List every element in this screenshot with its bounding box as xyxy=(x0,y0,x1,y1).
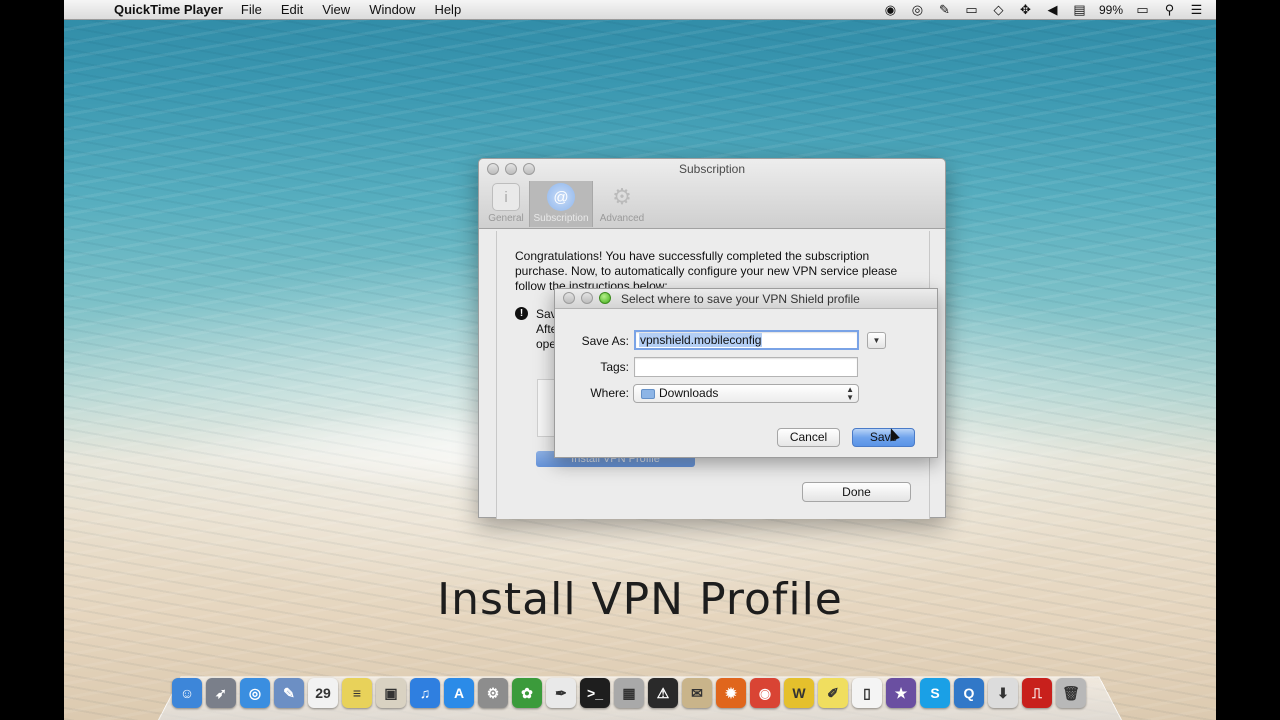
system-preferences-icon[interactable]: ⚙ xyxy=(478,678,508,708)
tab-advanced[interactable]: ⚙ Advanced xyxy=(599,181,645,227)
done-button[interactable]: Done xyxy=(802,482,911,502)
general-icon: i xyxy=(492,183,520,211)
flag-icon[interactable]: ▤ xyxy=(1072,2,1087,18)
target-icon[interactable]: ◎ xyxy=(910,2,925,18)
wifi-icon[interactable]: ◇ xyxy=(991,2,1006,18)
menu-help[interactable]: Help xyxy=(434,2,461,17)
save-as-value: vpnshield.mobileconfig xyxy=(639,333,763,347)
at-sign-icon: @ xyxy=(547,183,575,211)
menu-app-name[interactable]: QuickTime Player xyxy=(114,2,223,17)
notification-center-icon[interactable]: ☰ xyxy=(1189,2,1204,18)
trash-icon[interactable]: 🗑 xyxy=(1056,678,1086,708)
mail-icon[interactable]: ✉ xyxy=(682,678,712,708)
save-button[interactable]: Save xyxy=(852,428,915,447)
gear-icon: ⚙ xyxy=(612,184,632,209)
acrobat-icon[interactable]: ⎍ xyxy=(1022,678,1052,708)
firefox-icon[interactable]: ✹ xyxy=(716,678,746,708)
photos-icon[interactable]: ▣ xyxy=(376,678,406,708)
save-as-input[interactable]: vpnshield.mobileconfig xyxy=(634,330,859,350)
volume-icon[interactable]: ◀ xyxy=(1045,2,1060,18)
chrome-icon[interactable]: ◉ xyxy=(750,678,780,708)
console-icon[interactable]: ⚠ xyxy=(648,678,678,708)
where-select[interactable]: Downloads ▲ ▼ xyxy=(633,384,859,403)
save-dialog-titlebar: Select where to save your VPN Shield pro… xyxy=(555,289,937,309)
subscription-titlebar: Subscription i General @ Subscription ⚙ … xyxy=(479,159,945,229)
wunderlist-icon[interactable]: W xyxy=(784,678,814,708)
tab-general-label: General xyxy=(488,213,524,224)
save-dialog-title: Select where to save your VPN Shield pro… xyxy=(621,292,860,306)
document-icon[interactable]: ▯ xyxy=(852,678,882,708)
tab-subscription[interactable]: @ Subscription xyxy=(529,181,593,227)
calculator-icon[interactable]: ▦ xyxy=(614,678,644,708)
battery-percent[interactable]: 99% xyxy=(1099,3,1123,17)
evernote-menu-icon[interactable]: ✎ xyxy=(937,2,952,18)
move-icon[interactable]: ✥ xyxy=(1018,2,1033,18)
dialog-window-controls xyxy=(563,292,611,304)
notes-icon[interactable]: ≡ xyxy=(342,678,372,708)
app-store-icon[interactable]: A xyxy=(444,678,474,708)
dock-icons: ☺ ➶ ◎ ✎ 29 ≡ ▣ ♫ A ⚙ ✿ ✒ >_ ▦ ⚠ ✉ ✹ ◉ W ✐ ▯ ★ S Q ⬇ ⎍ 🗑 xyxy=(172,678,1086,708)
imovie-icon[interactable]: ★ xyxy=(886,678,916,708)
textedit-icon[interactable]: ✒ xyxy=(546,678,576,708)
tab-advanced-label: Advanced xyxy=(599,213,645,224)
tab-subscription-label: Subscription xyxy=(533,213,589,224)
preview-icon[interactable]: ✎ xyxy=(274,678,304,708)
tags-input[interactable] xyxy=(634,357,858,377)
where-label: Where: xyxy=(590,386,629,400)
record-icon[interactable]: ◉ xyxy=(883,2,898,18)
select-arrows-icon: ▲ ▼ xyxy=(846,385,854,402)
dialog-zoom-button[interactable] xyxy=(599,292,611,304)
tags-label: Tags: xyxy=(600,360,629,374)
downloads-folder-icon[interactable]: ⬇ xyxy=(988,678,1018,708)
tab-general[interactable]: i General xyxy=(483,181,529,227)
launchpad-icon[interactable]: ➶ xyxy=(206,678,236,708)
dialog-close-button[interactable] xyxy=(563,292,575,304)
itunes-icon[interactable]: ♫ xyxy=(410,678,440,708)
evernote-icon[interactable]: ✿ xyxy=(512,678,542,708)
dialog-minimize-button[interactable] xyxy=(581,292,593,304)
menu-view[interactable]: View xyxy=(322,2,350,17)
quicktime-icon[interactable]: Q xyxy=(954,678,984,708)
window-title: Subscription xyxy=(678,162,746,176)
menu-file[interactable]: File xyxy=(241,2,262,17)
menu-window[interactable]: Window xyxy=(369,2,415,17)
save-as-label: Save As: xyxy=(581,334,629,348)
info-icon: ! xyxy=(515,307,528,320)
menu-edit[interactable]: Edit xyxy=(281,2,303,17)
folder-icon xyxy=(641,389,655,399)
where-value: Downloads xyxy=(659,386,719,400)
finder-icon[interactable]: ☺ xyxy=(172,678,202,708)
skype-icon[interactable]: S xyxy=(920,678,950,708)
battery-icon[interactable]: ▭ xyxy=(1135,2,1150,18)
save-dialog: Select where to save your VPN Shield pro… xyxy=(554,288,938,458)
stickies-icon[interactable]: ✐ xyxy=(818,678,848,708)
expand-dialog-button[interactable]: ▼ xyxy=(867,332,886,349)
video-caption: Install VPN Profile xyxy=(437,574,843,625)
battery-status-icon[interactable]: ▭ xyxy=(964,2,979,18)
terminal-icon[interactable]: >_ xyxy=(580,678,610,708)
safari-icon[interactable]: ◎ xyxy=(240,678,270,708)
cancel-button[interactable]: Cancel xyxy=(777,428,840,447)
menu-extras: ◉ ◎ ✎ ▭ ◇ ✥ ◀ ▤ 99% ▭ ⚲ ☰ xyxy=(883,2,1216,18)
calendar-icon[interactable]: 29 xyxy=(308,678,338,708)
spotlight-search-icon[interactable]: ⚲ xyxy=(1162,2,1177,18)
menu-bar: QuickTime Player File Edit View Window H… xyxy=(64,0,1216,20)
